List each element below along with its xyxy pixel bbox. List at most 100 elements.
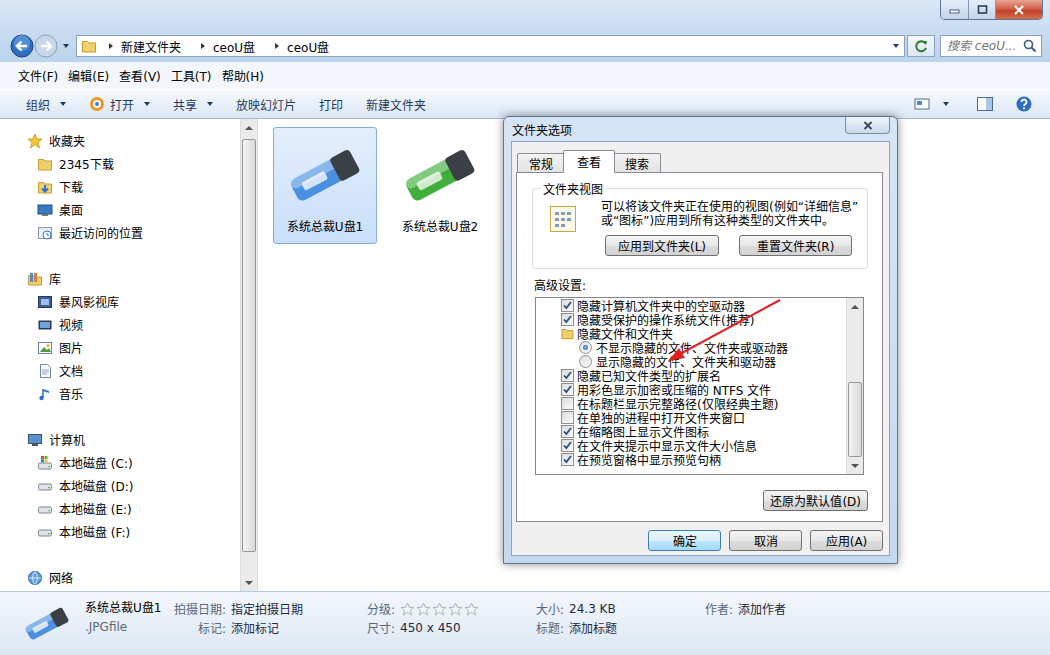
details-value[interactable]: 添加标题 — [569, 619, 705, 636]
settings-row[interactable]: 在标题栏显示完整路径(仅限经典主题) — [536, 396, 846, 410]
rating[interactable] — [400, 602, 536, 616]
toolbar-button[interactable]: 新建文件夹 — [355, 90, 438, 118]
sidebar-item[interactable]: 本地磁盘 (C:) — [0, 451, 240, 474]
details-column: 拍摄日期:指定拍摄日期标记:添加标记 — [174, 599, 367, 637]
sidebar-item[interactable]: 桌面 — [0, 198, 240, 221]
sidebar-item[interactable]: 本地磁盘 (E:) — [0, 497, 240, 520]
radio-button[interactable] — [579, 341, 592, 354]
details-value[interactable]: 450 x 450 — [400, 621, 536, 635]
checkbox[interactable] — [561, 425, 574, 438]
toolbar-button[interactable]: 共享 — [162, 90, 225, 118]
sidebar-item[interactable]: 暴风影视库 — [0, 290, 240, 313]
sidebar-item[interactable]: 最近访问的位置 — [0, 221, 240, 244]
arrow-down-icon — [245, 580, 253, 586]
checkbox[interactable] — [561, 411, 574, 424]
menu-item[interactable]: 帮助(H) — [217, 67, 269, 84]
minimize-button[interactable] — [941, 0, 969, 19]
menu-item[interactable]: 文件(F) — [13, 67, 63, 84]
navigation-scrollbar[interactable] — [240, 119, 257, 591]
settings-row[interactable]: 不显示隐藏的文件、文件夹或驱动器 — [536, 340, 846, 354]
settings-row[interactable]: 在缩略图上显示文件图标 — [536, 424, 846, 438]
toolbar-button[interactable]: 组织 — [16, 90, 78, 118]
group-title: 文件夹视图 — [541, 180, 605, 197]
scroll-down-button[interactable] — [241, 574, 257, 591]
settings-row[interactable]: 用彩色显示加密或压缩的 NTFS 文件 — [536, 382, 846, 396]
toolbar-label: 打印 — [319, 96, 343, 113]
checkbox[interactable] — [561, 397, 574, 410]
settings-row[interactable]: 显示隐藏的文件、文件夹和驱动器 — [536, 354, 846, 368]
breadcrumb[interactable]: 新建文件夹 — [121, 38, 181, 55]
dialog-close-button[interactable] — [845, 117, 890, 134]
sidebar-header[interactable]: 库 — [0, 267, 240, 290]
details-value[interactable]: 24.3 KB — [569, 602, 705, 616]
sidebar-item[interactable]: 音乐 — [0, 382, 240, 405]
sidebar-header[interactable]: 计算机 — [0, 428, 240, 451]
cancel-button[interactable]: 取消 — [729, 530, 802, 551]
sidebar-item-label: 图片 — [59, 339, 83, 356]
sidebar-item[interactable]: 下载 — [0, 175, 240, 198]
toolbar-button[interactable]: 放映幻灯片 — [225, 90, 308, 118]
breadcrumb[interactable]: ceoU盘 — [287, 38, 329, 55]
scroll-up-button[interactable] — [241, 119, 257, 136]
refresh-button[interactable] — [907, 35, 935, 57]
details-value[interactable]: 添加标记 — [231, 619, 367, 636]
settings-row[interactable]: 隐藏已知文件类型的扩展名 — [536, 368, 846, 382]
details-value[interactable]: 指定拍摄日期 — [231, 600, 367, 617]
menu-item[interactable]: 查看(V) — [114, 67, 166, 84]
breadcrumb[interactable]: ceoU盘 — [213, 38, 255, 55]
checkbox[interactable] — [561, 383, 574, 396]
tab[interactable]: 搜索 — [613, 153, 661, 172]
settings-row[interactable]: 在文件夹提示中显示文件大小信息 — [536, 438, 846, 452]
tab[interactable]: 查看 — [563, 150, 615, 173]
settings-row[interactable]: 隐藏受保护的操作系统文件(推荐) — [536, 312, 846, 326]
checkbox[interactable] — [561, 453, 574, 466]
address-bar[interactable]: 新建文件夹 ceoU盘 ceoU盘 — [76, 35, 905, 57]
ok-button[interactable]: 确定 — [648, 530, 721, 551]
checkbox[interactable] — [561, 299, 574, 312]
sidebar-header[interactable]: 网络 — [0, 566, 240, 589]
sidebar-item-label: 暴风影视库 — [59, 293, 119, 310]
toolbar-button[interactable]: 打开 — [78, 90, 162, 118]
checkbox[interactable] — [561, 369, 574, 382]
sidebar-item[interactable]: 本地磁盘 (F:) — [0, 520, 240, 543]
menu-item[interactable]: 工具(T) — [166, 67, 217, 84]
sidebar-item[interactable]: 文档 — [0, 359, 240, 382]
settings-row[interactable]: 隐藏计算机文件夹中的空驱动器 — [536, 298, 846, 312]
menu-item[interactable]: 编辑(E) — [63, 67, 114, 84]
pics-icon — [37, 340, 53, 356]
restore-defaults-button[interactable]: 还原为默认值(D) — [763, 490, 868, 511]
reset-folders-button[interactable]: 重置文件夹(R) — [739, 235, 852, 256]
settings-row[interactable]: 在单独的进程中打开文件夹窗口 — [536, 410, 846, 424]
file-tile[interactable]: 系统总裁U盘2 — [388, 127, 492, 244]
radio-button[interactable] — [579, 355, 592, 368]
scroll-down-button[interactable] — [847, 457, 863, 474]
sidebar-item[interactable]: 本地磁盘 (D:) — [0, 474, 240, 497]
settings-row[interactable]: 在预览窗格中显示预览句柄 — [536, 452, 846, 466]
sidebar-item[interactable]: 2345下载 — [0, 152, 240, 175]
arrow-up-icon — [245, 125, 253, 131]
settings-scrollbar[interactable] — [846, 298, 863, 474]
sidebar-item[interactable]: 图片 — [0, 336, 240, 359]
arrow-down-icon — [851, 463, 859, 469]
close-button[interactable] — [996, 0, 1042, 19]
details-value[interactable]: 添加作者 — [738, 600, 786, 617]
apply-button[interactable]: 应用(A) — [810, 530, 883, 551]
search-field[interactable] — [941, 39, 1023, 53]
maximize-button[interactable] — [969, 0, 996, 19]
scroll-thumb[interactable] — [848, 382, 862, 457]
dropdown-icon — [143, 100, 151, 108]
tab[interactable]: 常规 — [517, 153, 565, 172]
apply-to-folders-button[interactable]: 应用到文件夹(L) — [605, 235, 719, 256]
star-icon — [464, 602, 479, 616]
sidebar-header[interactable]: 收藏夹 — [0, 129, 240, 152]
folder-icon — [81, 38, 97, 54]
settings-label: 不显示隐藏的文件、文件夹或驱动器 — [596, 339, 788, 356]
file-tile[interactable]: 系统总裁U盘1 — [273, 127, 377, 244]
scroll-up-button[interactable] — [847, 298, 863, 315]
toolbar-button[interactable]: 打印 — [308, 90, 355, 118]
sidebar-item[interactable]: 视频 — [0, 313, 240, 336]
scroll-thumb[interactable] — [242, 139, 256, 552]
toolbar-label: 共享 — [173, 96, 197, 113]
checkbox[interactable] — [561, 439, 574, 452]
checkbox[interactable] — [561, 313, 574, 326]
